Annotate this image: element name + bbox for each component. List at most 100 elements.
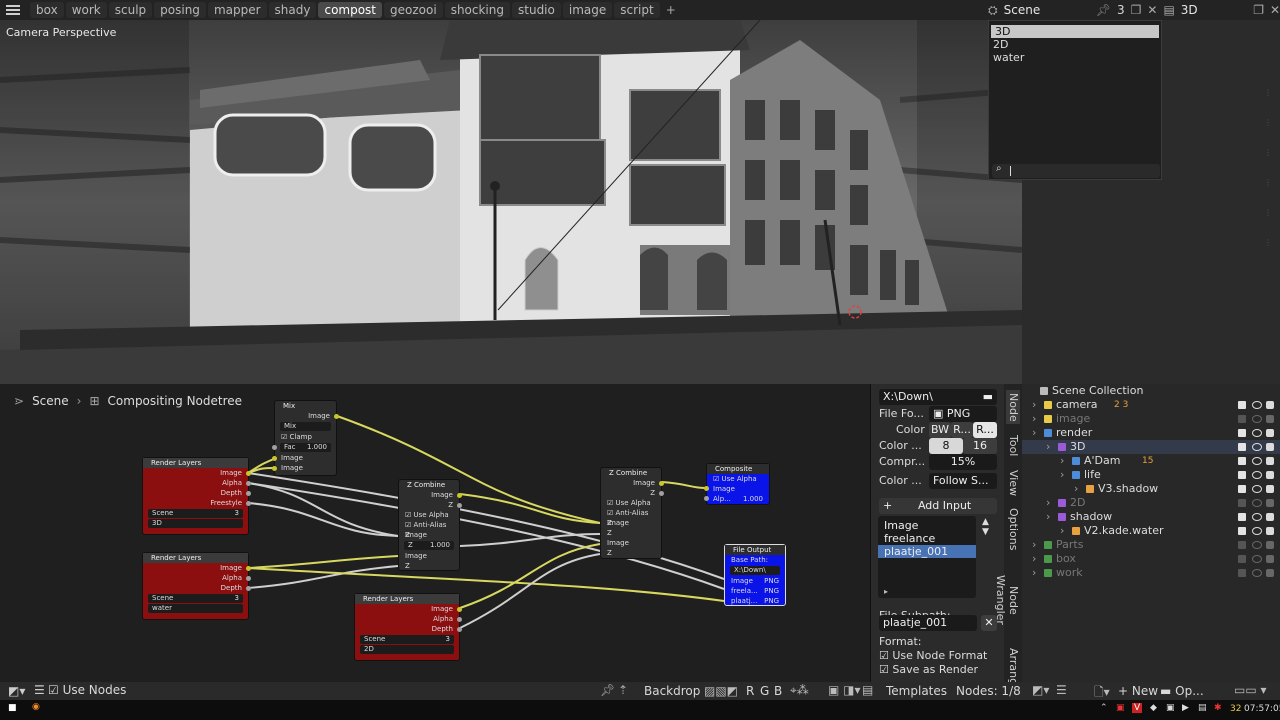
exclude-checkbox[interactable] bbox=[1238, 499, 1246, 507]
camera-icon[interactable] bbox=[1266, 471, 1274, 479]
remove-layer-icon[interactable]: ✕ bbox=[1270, 3, 1280, 17]
camera-icon[interactable] bbox=[1266, 457, 1274, 465]
socket[interactable] bbox=[246, 471, 251, 476]
exclude-checkbox[interactable] bbox=[1238, 485, 1246, 493]
panel-grip[interactable]: ⋮ ⋮ ⋮ ⋮ ⋮ ⋮ bbox=[1264, 78, 1272, 258]
tab-view[interactable]: View bbox=[1006, 468, 1020, 498]
view-layer-icon[interactable]: ▤ bbox=[1163, 3, 1174, 17]
outliner-row[interactable]: › image bbox=[1022, 412, 1280, 426]
rl3-scene-field[interactable]: Scene 3 bbox=[360, 635, 454, 644]
tab-shocking[interactable]: shocking bbox=[444, 2, 510, 18]
add-workspace-button[interactable]: + bbox=[662, 2, 680, 18]
depth-16-button[interactable]: 16 bbox=[963, 438, 997, 454]
use-node-format-checkbox[interactable]: ☑ Use Node Format bbox=[879, 649, 987, 662]
save-as-render-checkbox[interactable]: ☑ Save as Render bbox=[879, 663, 978, 676]
zc1-use-alpha-checkbox[interactable]: ☑ Use Alpha bbox=[399, 510, 459, 520]
socket[interactable] bbox=[272, 445, 277, 450]
tab-arrange[interactable]: Arrang bbox=[1006, 648, 1020, 685]
socket[interactable] bbox=[457, 493, 462, 498]
composite-node[interactable]: Composite ☑ Use Alpha Image Alp... 1.000 bbox=[704, 463, 770, 505]
eye-icon[interactable] bbox=[1252, 401, 1262, 409]
open-button[interactable]: ▬ Op... bbox=[1160, 684, 1204, 698]
tray-play-icon[interactable]: ▶ bbox=[1182, 703, 1189, 713]
socket[interactable] bbox=[457, 607, 462, 612]
socket[interactable] bbox=[334, 414, 339, 419]
socket[interactable] bbox=[272, 456, 277, 461]
eye-icon[interactable] bbox=[1252, 541, 1262, 549]
tray-app-icon[interactable]: ▣ bbox=[1166, 703, 1175, 713]
tab-node[interactable]: Node bbox=[1006, 390, 1020, 424]
tab-posing[interactable]: posing bbox=[154, 2, 206, 18]
exclude-checkbox[interactable] bbox=[1238, 415, 1246, 423]
rl1-scene-field[interactable]: Scene 3 bbox=[148, 509, 243, 518]
chevron-right-icon[interactable]: › bbox=[1032, 398, 1036, 412]
socket[interactable] bbox=[659, 491, 664, 496]
use-nodes-checkbox[interactable]: ☑ Use Nodes bbox=[48, 683, 126, 697]
render-layers-node-2[interactable]: Render Layers Image Alpha Depth Scene 3 w… bbox=[142, 552, 251, 620]
zc2-use-alpha-checkbox[interactable]: ☑ Use Alpha bbox=[601, 498, 661, 508]
eye-icon[interactable] bbox=[1252, 457, 1262, 465]
socket[interactable] bbox=[246, 501, 251, 506]
new-layer-icon[interactable]: ❐ bbox=[1253, 3, 1264, 17]
exclude-checkbox[interactable] bbox=[1238, 429, 1246, 437]
exclude-checkbox[interactable] bbox=[1238, 555, 1246, 563]
tab-geozooi[interactable]: geozooi bbox=[384, 2, 443, 18]
camera-icon[interactable] bbox=[1266, 555, 1274, 563]
eye-icon[interactable] bbox=[1252, 471, 1262, 479]
socket[interactable] bbox=[457, 503, 462, 508]
mix-fac-field[interactable]: Fac 1.000 bbox=[280, 443, 331, 452]
tab-options[interactable]: Options bbox=[1006, 506, 1020, 552]
file-input-item[interactable]: freelance bbox=[878, 532, 976, 545]
channel-r[interactable]: R bbox=[746, 684, 754, 698]
eye-icon[interactable] bbox=[1252, 499, 1262, 507]
list-expand-icon[interactable]: ▸ bbox=[884, 587, 888, 596]
camera-icon[interactable] bbox=[1266, 415, 1274, 423]
tab-mapper[interactable]: mapper bbox=[207, 2, 267, 18]
tray-chevron-icon[interactable]: ⌃ bbox=[1100, 703, 1108, 713]
zc1-anti-alias-checkbox[interactable]: ☑ Anti-Alias Z bbox=[399, 520, 459, 539]
outliner-row[interactable]: › box bbox=[1022, 552, 1280, 566]
chevron-right-icon[interactable]: › bbox=[1046, 496, 1050, 510]
outliner-row[interactable]: › 2D bbox=[1022, 496, 1280, 510]
exclude-checkbox[interactable] bbox=[1238, 443, 1246, 451]
socket[interactable] bbox=[246, 586, 251, 591]
outliner-row[interactable]: › Parts bbox=[1022, 538, 1280, 552]
overlay-icon[interactable]: ▣ ◨▾ bbox=[828, 683, 861, 697]
outliner-row[interactable]: › V3.shadow bbox=[1022, 482, 1280, 496]
exclude-checkbox[interactable] bbox=[1238, 527, 1246, 535]
tab-shady[interactable]: shady bbox=[268, 2, 317, 18]
socket[interactable] bbox=[246, 566, 251, 571]
camera-icon[interactable] bbox=[1266, 513, 1274, 521]
chevron-right-icon[interactable]: › bbox=[1032, 538, 1036, 552]
3d-viewport[interactable]: Camera Perspective bbox=[0, 20, 1022, 384]
mix-node[interactable]: Mix Image Mix ☑ Clamp Fac 1.000 Image Im… bbox=[272, 400, 339, 476]
tab-sculp[interactable]: sculp bbox=[108, 2, 153, 18]
scene-icon[interactable]: ⛭ bbox=[988, 3, 998, 18]
menu-icon[interactable] bbox=[6, 3, 20, 17]
outliner-row[interactable]: › A'Dam 15 bbox=[1022, 454, 1280, 468]
view-layer-name[interactable]: 3D bbox=[1181, 3, 1198, 17]
outliner-row[interactable]: › 3D bbox=[1022, 440, 1280, 454]
rl3-layer-field[interactable]: 2D bbox=[360, 645, 454, 654]
backdrop-label[interactable]: Backdrop bbox=[644, 684, 700, 698]
zc2-anti-alias-checkbox[interactable]: ☑ Anti-Alias Z bbox=[601, 508, 661, 527]
eye-icon[interactable] bbox=[1252, 527, 1262, 535]
z-combine-node-2[interactable]: Z Combine Image Z ☑ Use Alpha ☑ Anti-Ali… bbox=[600, 467, 664, 559]
depth-8-button[interactable]: 8 bbox=[929, 438, 963, 454]
scene-name[interactable]: Scene bbox=[1004, 3, 1041, 17]
channel-b[interactable]: B bbox=[774, 684, 782, 698]
tab-node-wrangler[interactable]: Node Wrangler bbox=[994, 560, 1020, 640]
tab-box[interactable]: box bbox=[30, 2, 64, 18]
color-management-select[interactable]: Follow S... bbox=[929, 473, 997, 489]
mix-clamp-checkbox[interactable]: ☑ Clamp bbox=[275, 432, 336, 442]
outliner-row[interactable]: › V2.kade.water bbox=[1022, 524, 1280, 538]
move-down-icon[interactable]: ▼ bbox=[982, 527, 994, 537]
color-rgb-button[interactable]: R... bbox=[951, 422, 973, 438]
eye-icon[interactable] bbox=[1252, 485, 1262, 493]
chevron-right-icon[interactable]: › bbox=[1060, 524, 1064, 538]
camera-icon[interactable] bbox=[1266, 443, 1274, 451]
exclude-checkbox[interactable] bbox=[1238, 541, 1246, 549]
eye-icon[interactable] bbox=[1252, 443, 1262, 451]
socket[interactable] bbox=[246, 576, 251, 581]
camera-icon[interactable] bbox=[1266, 485, 1274, 493]
